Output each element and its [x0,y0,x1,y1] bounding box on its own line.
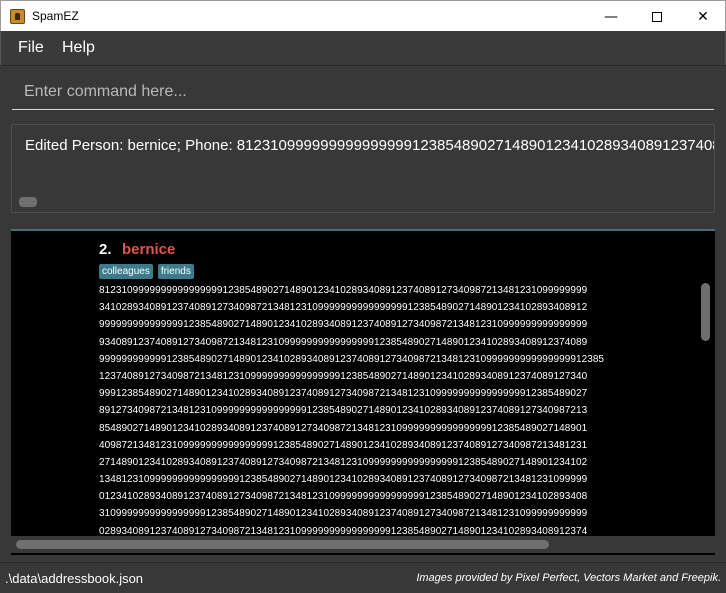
menu-help[interactable]: Help [62,39,95,57]
phone-line: 9991238548902714890123410289340891237408… [99,388,588,400]
phone-line: 4098721348123109999999999999999123854890… [99,439,588,451]
phone-line: 3109999999999999999123854890271489012341… [99,508,588,520]
phone-line: 8123109999999999999999123854890271489012… [99,285,588,296]
phone-line: 2714890123410289340891237408912734098721… [99,456,588,468]
person-phone: 8123109999999999999999123854890271489012… [99,282,699,540]
minimize-icon: — [604,8,618,25]
status-bar: .\data\addressbook.json Images provided … [0,562,726,593]
title-bar: SpamEZ — ✕ [0,0,726,31]
person-list-panel: 2. bernice colleagues friends 8123109999… [0,219,726,562]
tag: friends [157,264,194,279]
tag: colleagues [99,264,153,279]
menu-bar: File Help [0,31,726,65]
status-credits: Images provided by Pixel Perfect, Vector… [416,572,721,584]
phone-line: 9999999999999991238548902714890123410289… [99,319,588,331]
app-icon [10,9,25,24]
maximize-icon [652,11,662,22]
phone-line: 9999999999991238548902714890123410289340… [99,353,605,365]
command-panel [0,65,726,119]
person-name: bernice [122,241,176,258]
result-display: Edited Person: bernice; Phone: 812310999… [11,124,715,213]
phone-line: 3410289340891237408912734098721348123109… [99,302,588,314]
window-title: SpamEZ [32,9,79,23]
phone-line: 0123410289340891237408912734098721348123… [99,491,588,503]
result-text: Edited Person: bernice; Phone: 812310999… [25,137,714,154]
phone-line: 8912734098721348123109999999999999999123… [99,405,588,417]
person-list: 2. bernice colleagues friends 8123109999… [11,229,715,555]
phone-line: 8548902714890123410289340891237408912734… [99,422,588,434]
command-input[interactable] [12,74,714,110]
list-horizontal-scrollbar[interactable] [16,540,549,549]
list-horizontal-scroll-track [11,536,715,553]
status-file-path: .\data\addressbook.json [5,571,144,586]
phone-line: 1348123109999999999999999123854890271489… [99,474,588,486]
result-panel: Edited Person: bernice; Phone: 812310999… [0,119,726,219]
minimize-button[interactable]: — [588,1,634,32]
close-icon: ✕ [697,8,709,25]
close-button[interactable]: ✕ [680,1,726,32]
phone-line: 9340891237408912734098721348123109999999… [99,336,588,348]
list-vertical-scrollbar[interactable] [701,283,710,341]
menu-file[interactable]: File [18,39,44,57]
person-index: 2. [99,241,112,258]
phone-line: 1237408912734098721348123109999999999999… [99,370,588,382]
maximize-button[interactable] [634,1,680,32]
tag-list: colleagues friends [99,264,194,279]
result-scrollbar[interactable] [19,197,37,207]
